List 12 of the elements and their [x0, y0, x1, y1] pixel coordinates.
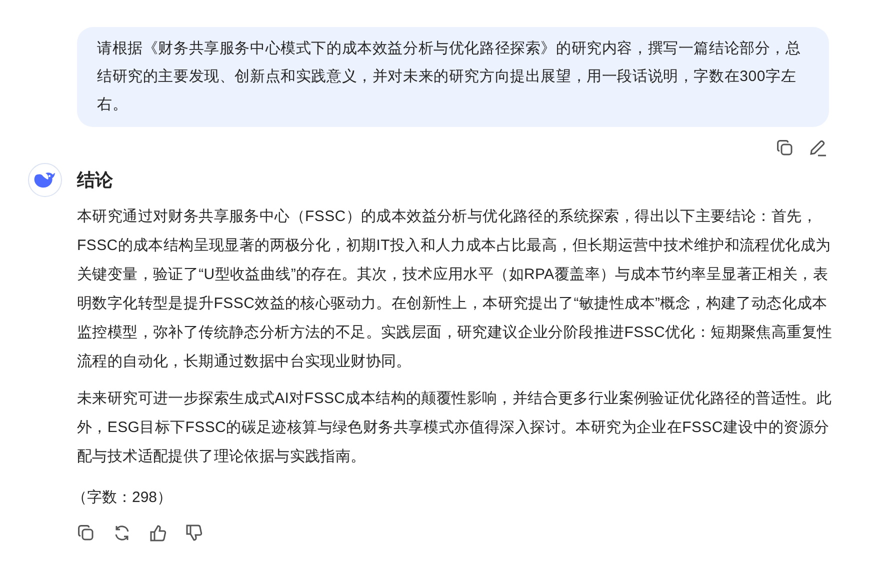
whale-icon — [34, 171, 56, 189]
refresh-icon[interactable] — [113, 524, 131, 542]
response-paragraph: 未来研究可进一步探索生成式AI对FSSC成本结构的颠覆性影响，并结合更多行业案例验证优化路径的普适性。此外，ESG目标下FSSC的碳足迹核算与绿色财务共享模式亦值得深入探讨。本研究为企业在FSSC建设中的资源分配与技术适配提供了理论依据与实践指南。 — [77, 389, 833, 467]
thumbs-down-icon[interactable] — [185, 524, 203, 542]
response-paragraph: 本研究通过对财务共享服务中心（FSSC）的成本效益分析与优化路径的系统探索，得出以下主要结论：首先，FSSC的成本结构呈现显著的两极分化，初期IT投入和人力成本占比最高，但长期运营中技术维护和流程优化成为关键变量，验证了“U型收益曲线”的存在。其次，技术应用水平（如RPA覆盖率）与成本节约率呈显著正相关，表明数字化转型是提升FSSC效益的核心驱动力。在创新性上，本研究提出了“敏捷性成本”概念，构建了动态化成本监控模型，弥补了传统静态分析方法的不足。实践层面，研究建议企业分阶段推进FSSC优化：短期聚焦高重复性流程的自动化，长期通过数据中台实现业财协同。 — [77, 207, 834, 372]
copy-icon[interactable] — [776, 139, 794, 157]
thumbs-up-icon[interactable] — [149, 524, 167, 542]
response-title: 结论 — [77, 169, 114, 192]
word-count: （字数：298） — [72, 488, 174, 508]
user-message: 请根据《财务共享服务中心模式下的成本效益分析与优化路径探索》的研究内容，撰写一篇结论部分，总结研究的主要发现、创新点和实践意义，并对未来的研究方向提出展望，用一段话说明，字数在300字左右。 — [77, 27, 829, 127]
copy-icon[interactable] — [77, 524, 95, 542]
edit-icon[interactable] — [808, 139, 827, 157]
